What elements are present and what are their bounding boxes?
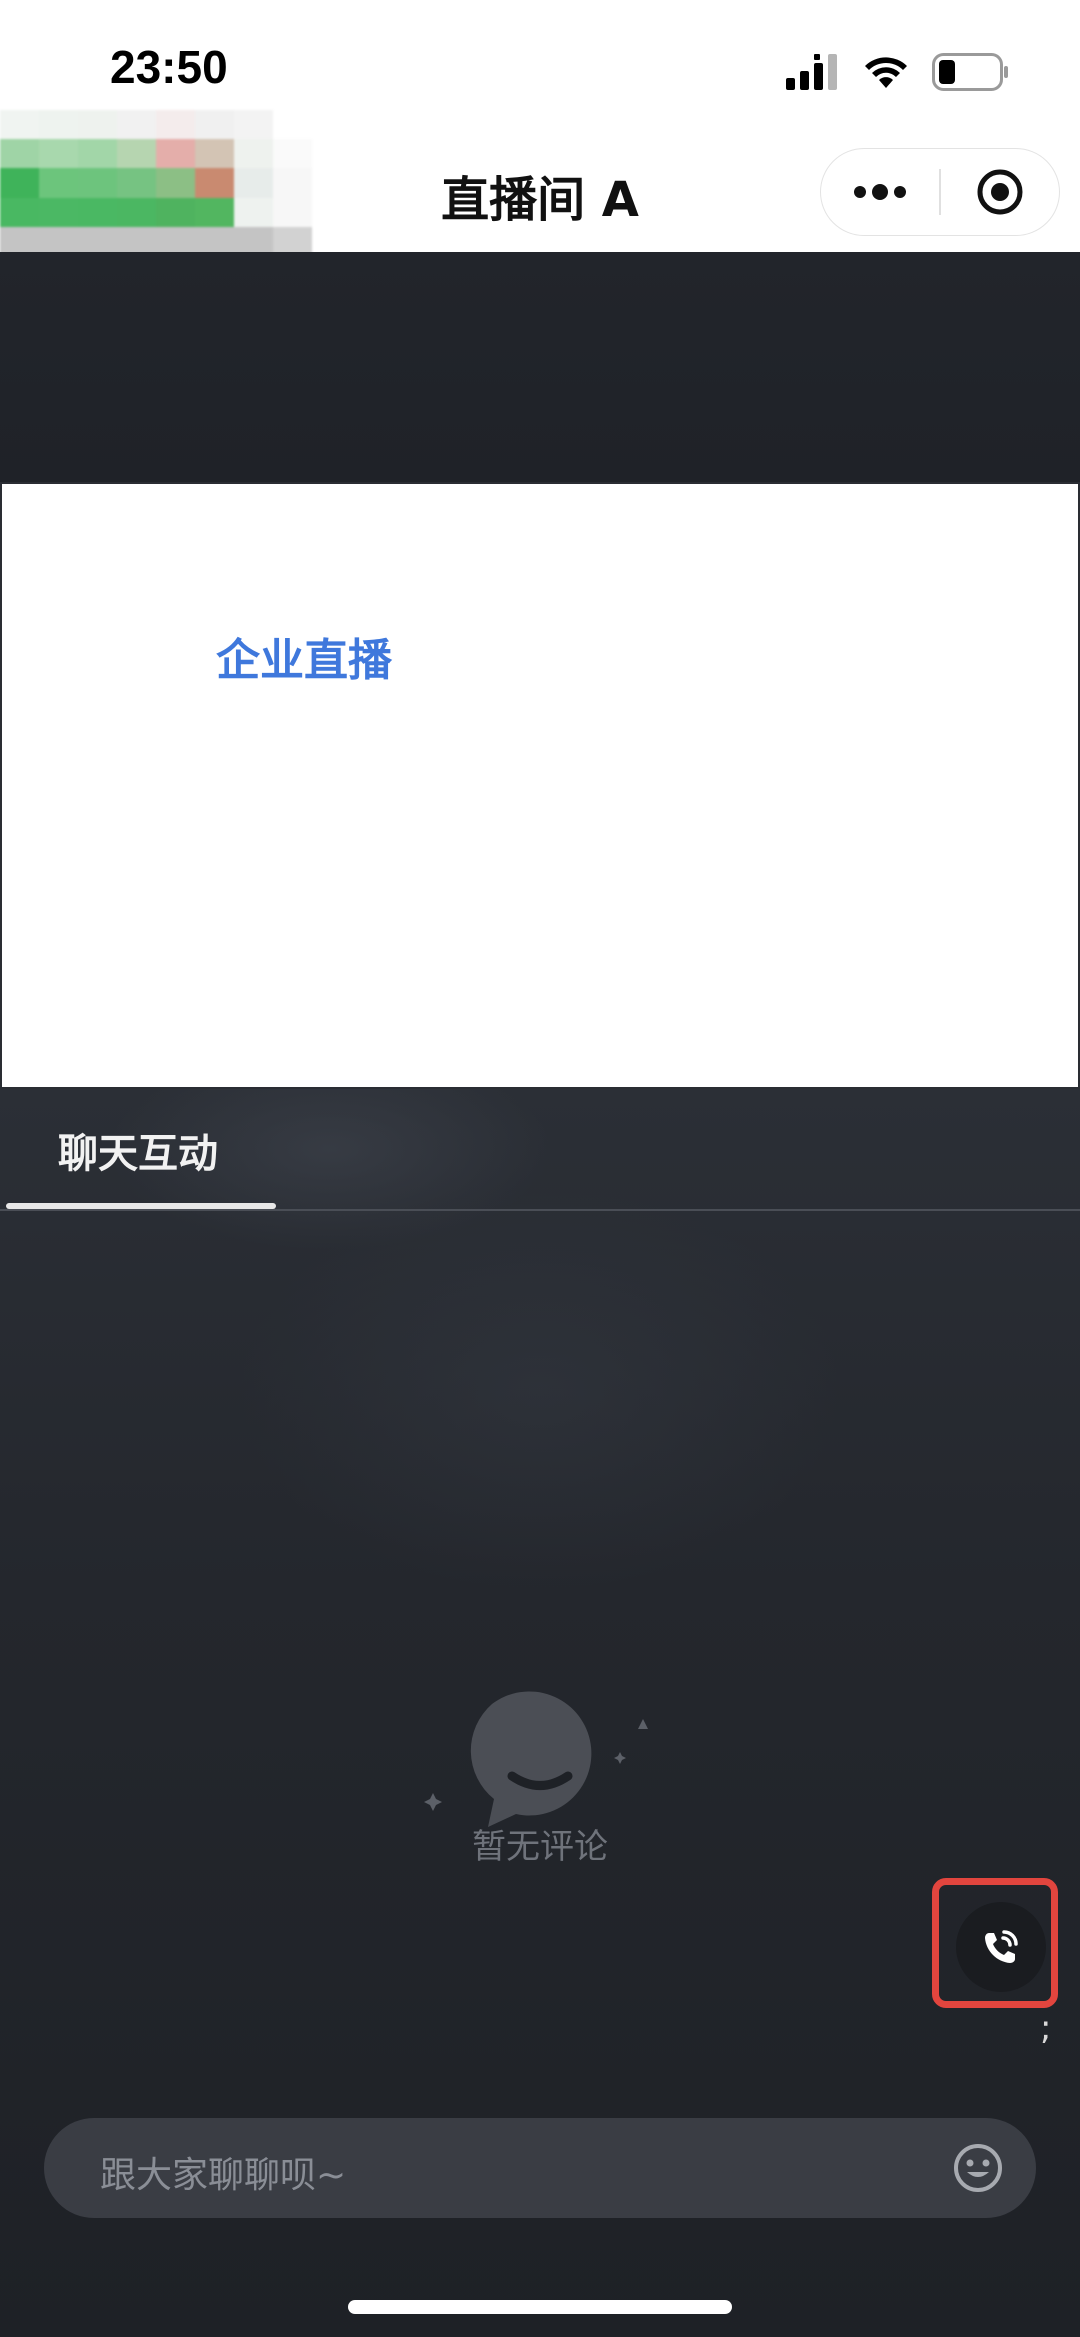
empty-comment-text: 暂无评论 <box>472 1827 608 1867</box>
tab-active-indicator <box>6 1203 276 1209</box>
live-video-header[interactable] <box>0 252 1080 482</box>
status-time: 23:50 <box>110 41 228 93</box>
call-button[interactable] <box>956 1902 1046 1992</box>
slide-title: 企业直播 <box>216 635 392 686</box>
chat-input-bar[interactable]: 跟大家聊聊呗~ <box>44 2118 1036 2218</box>
wifi-icon <box>865 57 907 88</box>
phone-call-icon <box>985 1930 1018 1963</box>
live-video-slide[interactable]: 企业直播 <box>0 482 1080 1089</box>
close-button[interactable] <box>941 149 1059 235</box>
emoji-icon[interactable] <box>952 2142 1004 2194</box>
cellular-signal-icon <box>786 54 837 90</box>
battery-icon <box>932 53 1008 91</box>
tab-chat-interaction[interactable]: 聊天互动 <box>58 1121 218 1179</box>
home-indicator[interactable] <box>348 2300 732 2314</box>
status-icons <box>786 50 1010 94</box>
chat-input-placeholder[interactable]: 跟大家聊聊呗~ <box>100 2146 346 2198</box>
more-icon <box>854 184 906 200</box>
more-button[interactable] <box>821 149 939 235</box>
stray-semicolon: ; <box>1040 2008 1052 2048</box>
empty-comment-icon <box>424 1691 648 1827</box>
chat-tab-bar: 聊天互动 <box>0 1089 1080 1211</box>
mini-program-capsule <box>820 148 1060 236</box>
close-target-icon <box>977 169 1023 215</box>
